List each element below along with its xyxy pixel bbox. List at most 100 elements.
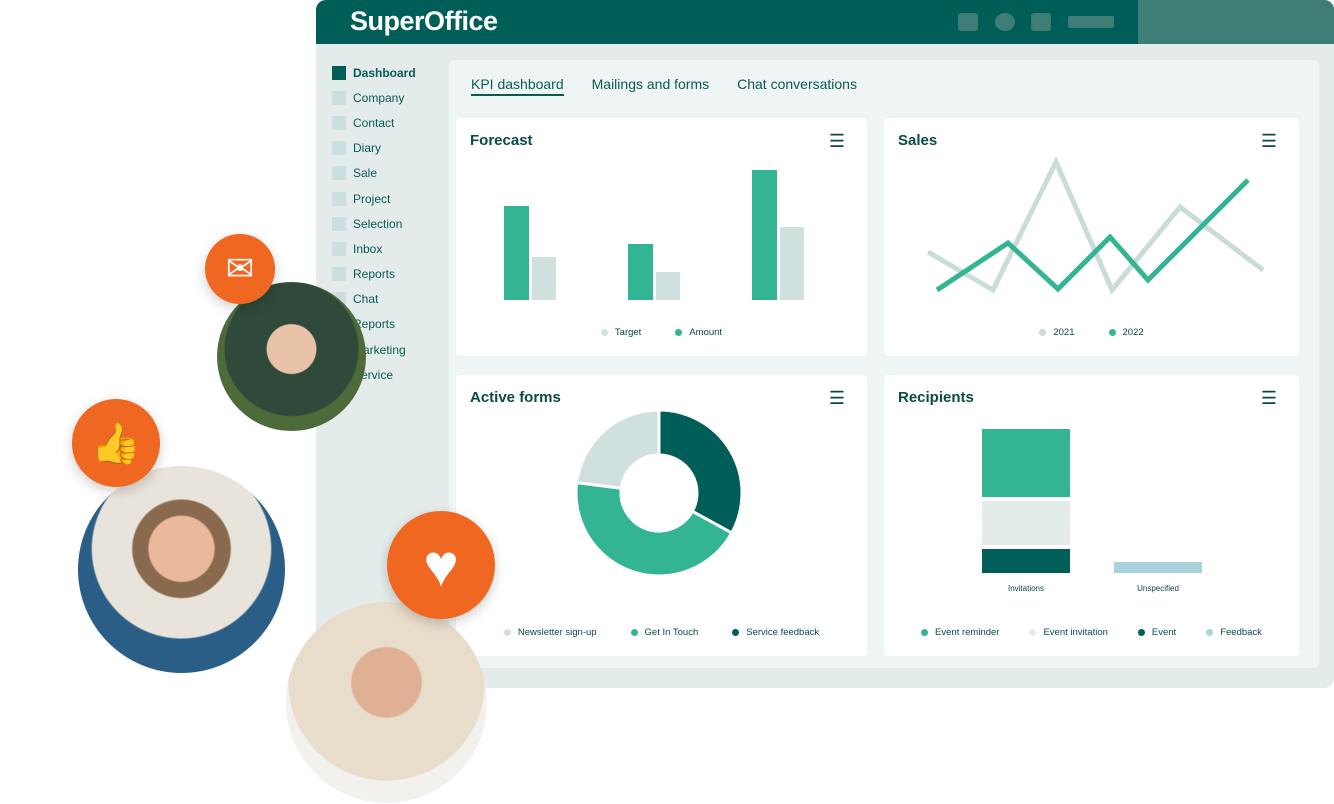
person-photo [78, 466, 285, 673]
sidebar-item[interactable]: Project [332, 186, 442, 211]
sidebar-item[interactable]: Contact [332, 110, 442, 135]
sidebar-item[interactable]: Company [332, 85, 442, 110]
legend-dot [732, 628, 740, 636]
toolbar-icon[interactable] [1031, 13, 1051, 31]
sidebar-item-label: Project [353, 191, 391, 206]
thumbs-up-icon: 👍 [72, 399, 160, 487]
legend-dot [503, 628, 511, 636]
legend-dot [630, 628, 638, 636]
bar-amount [628, 244, 653, 300]
legend-item: 2022 [1108, 327, 1144, 338]
stacked-bar-segment [982, 429, 1070, 497]
line-2021 [926, 156, 1265, 295]
stacked-bar-segment [982, 501, 1070, 545]
logo: SuperOffice [350, 6, 498, 36]
legend-item: Amount [675, 327, 722, 338]
forecast-card: Forecast ☰ Target Amount [456, 118, 867, 356]
active-forms-chart [574, 408, 744, 578]
bar-amount [504, 206, 529, 300]
legend-label: Amount [689, 327, 723, 338]
legend-item: Feedback [1206, 627, 1262, 638]
chart-legend: Target Amount [456, 327, 867, 338]
legend-item: Event reminder [921, 627, 999, 638]
stacked-bar-segment [982, 549, 1070, 573]
legend-item: Get In Touch [630, 627, 699, 638]
legend-dot [675, 328, 683, 336]
sidebar-item[interactable]: Reports [332, 262, 442, 287]
legend-label: Event invitation [1043, 627, 1108, 638]
sidebar-item-label: Chat [353, 292, 379, 307]
legend-dot [1206, 628, 1214, 636]
chart-legend: Event reminder Event invitation Event Feedb… [884, 627, 1299, 638]
sidebar-item-icon [332, 115, 346, 130]
toolbar-icon[interactable] [995, 13, 1015, 31]
legend-dot [921, 628, 929, 636]
legend-dot [1039, 328, 1047, 336]
bar-target [656, 272, 680, 300]
sales-chart [926, 156, 1265, 295]
sidebar-item-icon [332, 65, 346, 80]
legend-dot [1029, 628, 1037, 636]
sidebar-item-label: Selection [353, 216, 403, 231]
toolbar-icon[interactable] [958, 13, 978, 31]
tab[interactable]: KPI dashboard [471, 76, 564, 96]
recipients-card: Recipients ☰ Invitations Unspecified Even… [884, 375, 1299, 656]
sidebar-item[interactable]: Selection [332, 211, 442, 236]
sidebar-item-label: Reports [353, 267, 396, 282]
chart-legend: 2021 2022 [884, 327, 1299, 338]
active-forms-card: Active forms ☰ Newsletter sign-up Get In … [456, 375, 867, 656]
legend-dot [1108, 328, 1116, 336]
legend-item: 2021 [1039, 327, 1075, 338]
forecast-chart [504, 170, 804, 300]
bar-target [780, 227, 804, 300]
sidebar-item-label: Sale [353, 166, 378, 181]
sidebar-item-label: Inbox [353, 241, 383, 256]
sidebar-item-icon [332, 166, 346, 181]
sidebar-item-icon [332, 191, 346, 206]
legend-item: Newsletter sign-up [503, 627, 597, 638]
sidebar-item-icon [332, 241, 346, 256]
recipients-chart: Invitations Unspecified [982, 429, 1202, 593]
legend-item: Target [600, 327, 641, 338]
sidebar-item-icon [332, 216, 346, 231]
legend-label: 2021 [1053, 327, 1075, 338]
legend-label: 2022 [1122, 327, 1144, 338]
legend-label: Service feedback [746, 627, 820, 638]
bar-target [532, 257, 556, 300]
category-label: Invitations [1008, 584, 1044, 593]
heart-icon: ♥ [387, 511, 495, 619]
toolbar-icon[interactable] [1068, 16, 1114, 28]
legend-label: Get In Touch [644, 627, 699, 638]
sidebar-item-label: Contact [353, 115, 395, 130]
sidebar-item[interactable]: Diary [332, 136, 442, 161]
tab-bar: KPI dashboard Mailings and forms Chat conv… [471, 76, 857, 96]
person-photo [217, 282, 366, 431]
sidebar-item-label: Diary [353, 141, 382, 156]
legend-dot [1137, 628, 1145, 636]
legend-item: Service feedback [732, 627, 819, 638]
sales-card: Sales ☰ 2021 2022 [884, 118, 1299, 356]
user-area [1138, 0, 1334, 44]
legend-item: Event invitation [1029, 627, 1108, 638]
sidebar-item-label: Company [353, 90, 405, 105]
tab[interactable]: Mailings and forms [592, 76, 710, 96]
sidebar-item-icon [332, 90, 346, 105]
sidebar-item[interactable]: Dashboard [332, 60, 442, 85]
category-label: Unspecified [1137, 584, 1179, 593]
sidebar-item[interactable]: Sale [332, 161, 442, 186]
legend-dot [600, 328, 608, 336]
stacked-bar-segment [1114, 562, 1202, 573]
envelope-icon: ✉ [205, 234, 275, 304]
donut-slice [574, 408, 661, 490]
legend-label: Event reminder [935, 627, 1000, 638]
bar-amount [752, 170, 777, 300]
sidebar-item[interactable]: Inbox [332, 236, 442, 261]
chart-legend: Newsletter sign-up Get In Touch Service fe… [456, 627, 867, 638]
legend-label: Event [1151, 627, 1177, 638]
tab[interactable]: Chat conversations [737, 76, 857, 96]
person-photo [286, 602, 487, 803]
legend-item: Event [1137, 627, 1177, 638]
line-2022 [935, 178, 1250, 293]
sidebar-item-icon [332, 267, 346, 282]
sidebar-item-icon [332, 141, 346, 156]
